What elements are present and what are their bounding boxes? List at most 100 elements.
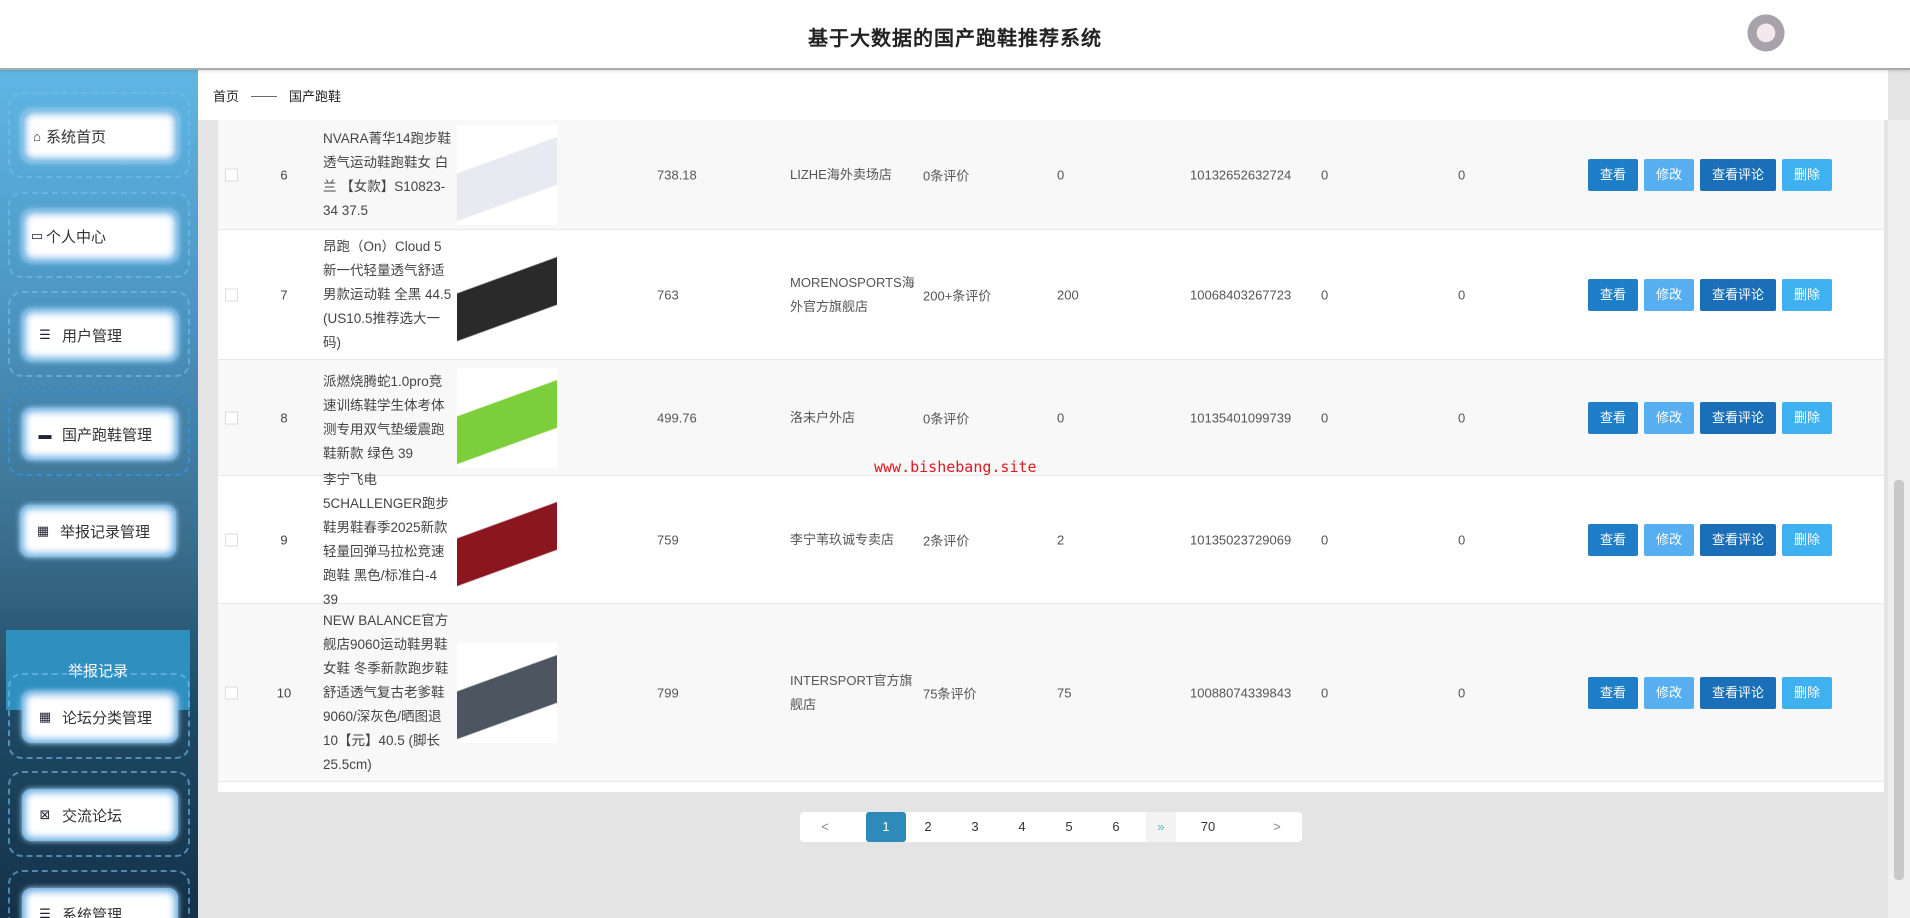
sidebar-item-label: 交流论坛 (62, 807, 123, 825)
row-checkbox[interactable] (225, 411, 238, 424)
watermark: www.bishebang.site (874, 458, 1037, 476)
delete-button[interactable]: 删除 (1782, 278, 1833, 311)
grid-icon: ▦ (38, 709, 52, 724)
view-comments-button[interactable]: 查看评论 (1700, 278, 1777, 311)
value-b: 0 (1458, 685, 1466, 700)
view-button[interactable]: 查看 (1588, 676, 1639, 709)
sidebar-item-reports[interactable]: ▦ 举报记录管理 (8, 489, 190, 575)
value-a: 0 (1321, 410, 1329, 425)
table-row: 8 派燃烧腾蛇1.0pro竞速训练鞋学生体考体测专用双气垫缓震跑鞋新款 绿色 3… (218, 360, 1884, 476)
delete-button[interactable]: 删除 (1782, 676, 1833, 709)
price: 499.76 (657, 410, 697, 425)
shoe-name: 昂跑（On）Cloud 5 新一代轻量透气舒适男款运动鞋 全黑 44.5 (US… (323, 238, 452, 350)
page-3-button[interactable]: 3 (957, 812, 993, 842)
top-header: 基于大数据的国产跑鞋推荐系统 (0, 0, 1910, 70)
table-row: 9 李宁飞电5CHALLENGER跑步鞋男鞋春季2025新款轻量回弹马拉松竞速跑… (218, 472, 1884, 607)
home-icon: ⌂ (33, 128, 41, 144)
sidebar-item-label: 用户管理 (62, 327, 123, 345)
page-2-button[interactable]: 2 (910, 812, 946, 842)
price: 763 (657, 287, 679, 302)
view-button[interactable]: 查看 (1588, 278, 1639, 311)
shoe-name: NVARA菁华14跑步鞋透气运动鞋跑鞋女 白兰 【女款】S10823-34 37… (323, 130, 452, 218)
breadcrumb: 首页 —— 国产跑鞋 (198, 70, 1888, 120)
delete-button[interactable]: 删除 (1782, 401, 1833, 434)
sidebar-item-system[interactable]: ☰ 系统管理 (8, 870, 190, 918)
card-icon: ▭ (30, 228, 44, 243)
shoe-image (457, 642, 557, 743)
view-button[interactable]: 查看 (1588, 523, 1639, 556)
value-a: 0 (1321, 287, 1329, 302)
row-checkbox[interactable] (225, 168, 238, 181)
value-a: 0 (1321, 685, 1329, 700)
value-b: 0 (1458, 167, 1466, 182)
avatar[interactable] (1746, 14, 1786, 56)
grid-icon: ▦ (36, 523, 50, 538)
shop-name: INTERSPORT官方旗舰店 (790, 672, 913, 712)
page-6-button[interactable]: 6 (1098, 812, 1134, 842)
sidebar-item-shoes[interactable]: ▬ 国产跑鞋管理 (8, 390, 190, 476)
clipboard-icon: ⊠ (39, 807, 51, 822)
page-5-button[interactable]: 5 (1051, 812, 1087, 842)
edit-button[interactable]: 修改 (1644, 158, 1695, 191)
price: 759 (657, 532, 679, 547)
sidebar-item-profile[interactable]: ▭ 个人中心 (8, 192, 190, 278)
shoe-name: 李宁飞电5CHALLENGER跑步鞋男鞋春季2025新款轻量回弹马拉松竞速跑鞋 … (323, 471, 450, 607)
edit-button[interactable]: 修改 (1644, 401, 1695, 434)
shoe-image (457, 489, 557, 590)
sidebar-item-users[interactable]: ☰ 用户管理 (8, 291, 190, 377)
review-count: 0 (1057, 167, 1065, 182)
row-checkbox[interactable] (225, 288, 238, 301)
value-a: 0 (1321, 532, 1329, 547)
delete-button[interactable]: 删除 (1782, 523, 1833, 556)
review-count: 200 (1057, 287, 1079, 302)
sidebar-item-label: 系统管理 (62, 906, 123, 918)
sidebar-item-home[interactable]: ⌂ 系统首页 (8, 92, 190, 178)
review-text: 75条评价 (923, 686, 977, 701)
page-1-button[interactable]: 1 (866, 812, 906, 842)
sidebar-item-label: 个人中心 (46, 228, 107, 246)
app-title: 基于大数据的国产跑鞋推荐系统 (808, 28, 1102, 50)
sidebar-item-forum[interactable]: ⊠ 交流论坛 (8, 771, 190, 857)
price: 799 (657, 685, 679, 700)
scrollbar-thumb[interactable] (1894, 480, 1904, 880)
edit-button[interactable]: 修改 (1644, 523, 1695, 556)
shoe-image (457, 367, 557, 468)
view-button[interactable]: 查看 (1588, 401, 1639, 434)
sidebar-item-forum-categories[interactable]: ▦ 论坛分类管理 (8, 673, 190, 759)
row-checkbox[interactable] (225, 686, 238, 699)
breadcrumb-home[interactable]: 首页 (213, 86, 239, 105)
table-row: 10 NEW BALANCE官方舰店9060运动鞋男鞋女鞋 冬季新款跑步鞋舒适透… (218, 604, 1884, 782)
sidebar-item-label: 论坛分类管理 (62, 709, 153, 727)
delete-button[interactable]: 删除 (1782, 158, 1833, 191)
view-comments-button[interactable]: 查看评论 (1700, 158, 1777, 191)
shop-name: LIZHE海外卖场店 (790, 166, 892, 182)
value-b: 0 (1458, 287, 1466, 302)
sidebar-item-label: 举报记录管理 (60, 523, 151, 541)
more-pages-button[interactable]: » (1146, 812, 1176, 842)
row-index: 6 (280, 167, 288, 182)
shop-name: MORENOSPORTS海外官方旗舰店 (790, 274, 915, 314)
list-icon: ☰ (39, 327, 51, 342)
product-id: 10068403267723 (1190, 287, 1292, 302)
table-row: 6 NVARA菁华14跑步鞋透气运动鞋跑鞋女 白兰 【女款】S10823-34 … (218, 120, 1884, 230)
edit-button[interactable]: 修改 (1644, 278, 1695, 311)
shoe-table: 6 NVARA菁华14跑步鞋透气运动鞋跑鞋女 白兰 【女款】S10823-34 … (218, 120, 1884, 792)
breadcrumb-separator: —— (251, 87, 278, 103)
sidebar-item-label: 国产跑鞋管理 (62, 426, 153, 444)
view-button[interactable]: 查看 (1588, 158, 1639, 191)
view-comments-button[interactable]: 查看评论 (1700, 676, 1777, 709)
view-comments-button[interactable]: 查看评论 (1700, 523, 1777, 556)
edit-button[interactable]: 修改 (1644, 676, 1695, 709)
view-comments-button[interactable]: 查看评论 (1700, 401, 1777, 434)
page-70-button[interactable]: 70 (1190, 812, 1226, 842)
price: 738.18 (657, 167, 697, 182)
prev-page-button[interactable]: < (800, 812, 850, 842)
review-text: 2条评价 (923, 533, 970, 548)
table-row: 7 昂跑（On）Cloud 5 新一代轻量透气舒适男款运动鞋 全黑 44.5 (… (218, 230, 1884, 360)
row-checkbox[interactable] (225, 533, 238, 546)
next-page-button[interactable]: > (1252, 812, 1302, 842)
shoe-image (457, 244, 557, 345)
product-id: 10132652632724 (1190, 167, 1292, 182)
row-index: 8 (280, 410, 288, 425)
page-4-button[interactable]: 4 (1004, 812, 1040, 842)
